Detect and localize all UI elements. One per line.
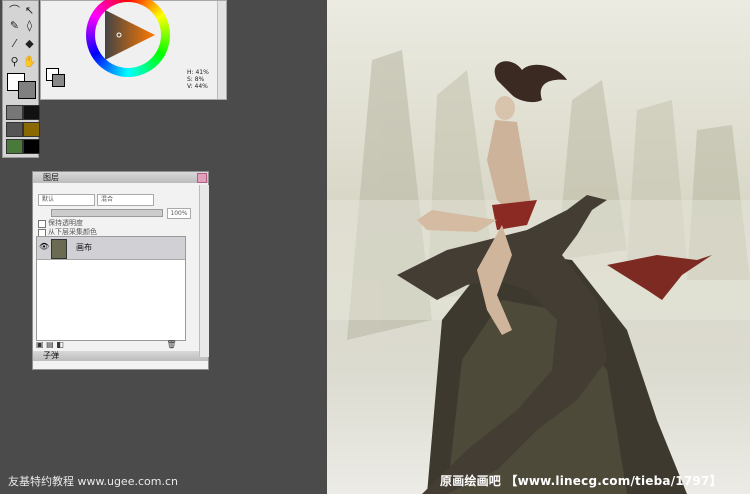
eyedropper-tool-icon[interactable]: ⁄ bbox=[7, 36, 22, 51]
opacity-value[interactable]: 100% bbox=[167, 208, 191, 219]
color-wheel-center bbox=[95, 2, 161, 68]
layers-panel: 图层 默认 混合 100% 保持透明度 从下层采集颜色 👁 画布 ▣ ▤ ◧ 🗑… bbox=[32, 171, 209, 370]
select-tool-icon[interactable]: ↖ bbox=[22, 3, 37, 18]
layer-thumbnail bbox=[51, 239, 67, 259]
brush-tool-icon[interactable]: ✎ bbox=[7, 18, 22, 33]
fill-tool-icon[interactable]: ◆ bbox=[22, 36, 37, 51]
hand-tool-icon[interactable]: ✋ bbox=[22, 54, 37, 69]
right-watermark: 原画绘画吧 【www.linecg.com/tieba/1797】 bbox=[440, 474, 722, 488]
background-color-swatch[interactable] bbox=[18, 81, 36, 99]
blend-mode-select[interactable]: 混合 bbox=[97, 194, 154, 206]
preserve-transparency-checkbox[interactable] bbox=[38, 220, 46, 228]
new-layer-icon[interactable]: ▣ bbox=[36, 340, 44, 349]
color-panel: H: 41% S: 8% V: 44% bbox=[40, 0, 227, 100]
saturation-value: S: 8% bbox=[187, 76, 205, 83]
opacity-slider[interactable] bbox=[51, 209, 163, 217]
layer-name: 画布 bbox=[76, 243, 92, 252]
previous-color-swatch[interactable] bbox=[52, 74, 65, 87]
color-panel-scrollbar[interactable] bbox=[217, 1, 226, 99]
layer-list: 👁 画布 bbox=[36, 236, 186, 341]
brush-preset-thumb[interactable] bbox=[6, 139, 23, 154]
brush-preset-thumb[interactable] bbox=[23, 105, 40, 120]
lasso-tool-icon[interactable]: ⌒ bbox=[7, 3, 22, 18]
brush-preset-thumb[interactable] bbox=[23, 122, 40, 137]
delete-layer-icon[interactable]: 🗑 bbox=[166, 340, 176, 349]
color-wheel[interactable] bbox=[86, 0, 170, 77]
left-watermark: 友基特约教程 www.ugee.com.cn bbox=[8, 475, 178, 488]
close-icon[interactable] bbox=[197, 173, 207, 183]
layer-group-icon[interactable]: ▤ bbox=[46, 340, 54, 349]
layer-mode-select[interactable]: 默认 bbox=[38, 194, 95, 206]
layer-row[interactable]: 👁 画布 bbox=[37, 237, 185, 260]
tool-palette: ⌒ ↖ ✎ ◊ ⁄ ◆ ⚲ ✋ bbox=[2, 0, 40, 158]
painting-canvas[interactable] bbox=[327, 0, 750, 494]
brush-preset-thumb[interactable] bbox=[6, 105, 23, 120]
brush-preset-thumb[interactable] bbox=[6, 122, 23, 137]
zoom-tool-icon[interactable]: ⚲ bbox=[7, 54, 22, 69]
value-value: V: 44% bbox=[187, 83, 208, 90]
layers-toolbar: ▣ ▤ ◧ 🗑 bbox=[36, 340, 201, 349]
eye-icon[interactable]: 👁 bbox=[39, 242, 49, 251]
painting-artwork bbox=[327, 50, 750, 494]
sub-panel-title: 子弹 bbox=[33, 351, 208, 361]
layer-options-icon[interactable]: ◧ bbox=[56, 340, 64, 349]
brush-preset-thumb[interactable] bbox=[23, 139, 40, 154]
hsv-readout: H: 41% S: 8% V: 44% bbox=[187, 69, 209, 90]
eraser-tool-icon[interactable]: ◊ bbox=[22, 18, 37, 33]
hue-value: H: 41% bbox=[187, 69, 209, 76]
layers-scrollbar[interactable] bbox=[199, 185, 209, 357]
color-triangle[interactable] bbox=[95, 2, 161, 68]
layers-panel-title: 图层 bbox=[33, 172, 208, 183]
